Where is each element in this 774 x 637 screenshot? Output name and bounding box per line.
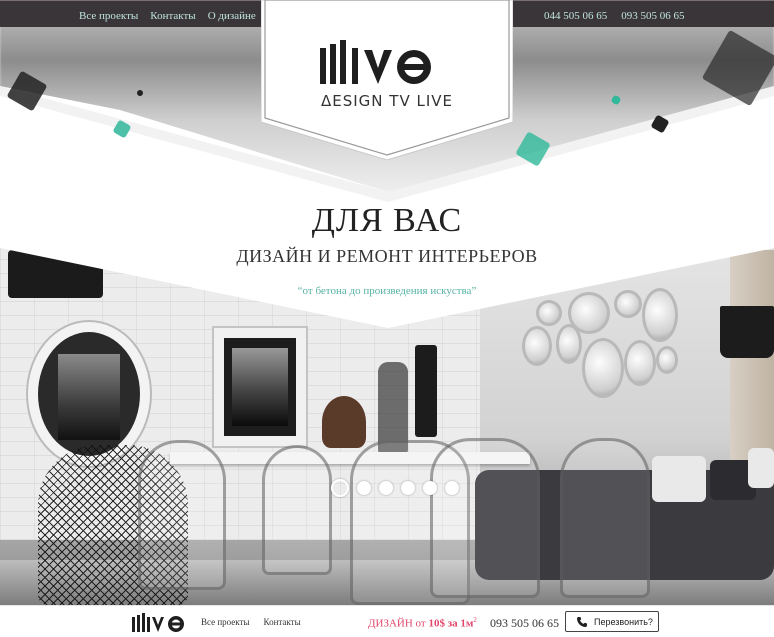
callback-label: Перезвонить? [594, 616, 653, 627]
slider-dot[interactable] [401, 481, 415, 495]
slider-dot[interactable] [331, 479, 349, 497]
slider-dot[interactable] [445, 481, 459, 495]
footer-nav-all-projects[interactable]: Все проекты [201, 617, 250, 627]
slider-dots [331, 479, 459, 497]
promo-prefix: ДИЗАЙН от [368, 617, 429, 630]
slider-dot[interactable] [357, 481, 371, 495]
hero-title: ДЛЯ ВАС [311, 202, 463, 239]
hero-slogan: “от бетона до произведения искуства” [297, 285, 477, 297]
promo-superscript: 2 [473, 616, 477, 624]
hero-subtitle: ДИЗАЙН И РЕМОНТ ИНТЕРЬЕРОВ [236, 246, 538, 266]
nav-all-projects[interactable]: Все проекты [79, 10, 138, 22]
footer-logo[interactable] [132, 611, 190, 633]
phone-number: 044 505 06 65 [544, 10, 608, 22]
brand-logo[interactable] [320, 38, 460, 90]
footer-phone: 093 505 06 65 [490, 616, 559, 630]
brand-tagline: ΔESIGN TV LIVE [320, 92, 453, 110]
design-price-promo: ДИЗАЙН от 10$ за 1м2 [368, 616, 477, 630]
callback-button[interactable]: Перезвонить? [565, 611, 659, 632]
phone-number: 093 505 06 65 [621, 10, 685, 22]
slider-dot[interactable] [423, 481, 437, 495]
nav-contacts[interactable]: Контакты [150, 10, 195, 22]
footer-bar: Все проекты Контакты ДИЗАЙН от 10$ за 1м… [0, 605, 774, 637]
footer-nav: Все проекты Контакты [201, 617, 301, 627]
promo-price: 10$ за 1м [428, 617, 474, 630]
slider-dot[interactable] [379, 481, 393, 495]
nav-about-design[interactable]: О дизайне [208, 10, 256, 22]
top-phones: 044 505 06 65 093 505 06 65 [544, 10, 685, 22]
phone-icon [577, 616, 587, 627]
footer-nav-contacts[interactable]: Контакты [264, 617, 301, 627]
top-nav: Все проекты Контакты О дизайне [79, 10, 256, 22]
